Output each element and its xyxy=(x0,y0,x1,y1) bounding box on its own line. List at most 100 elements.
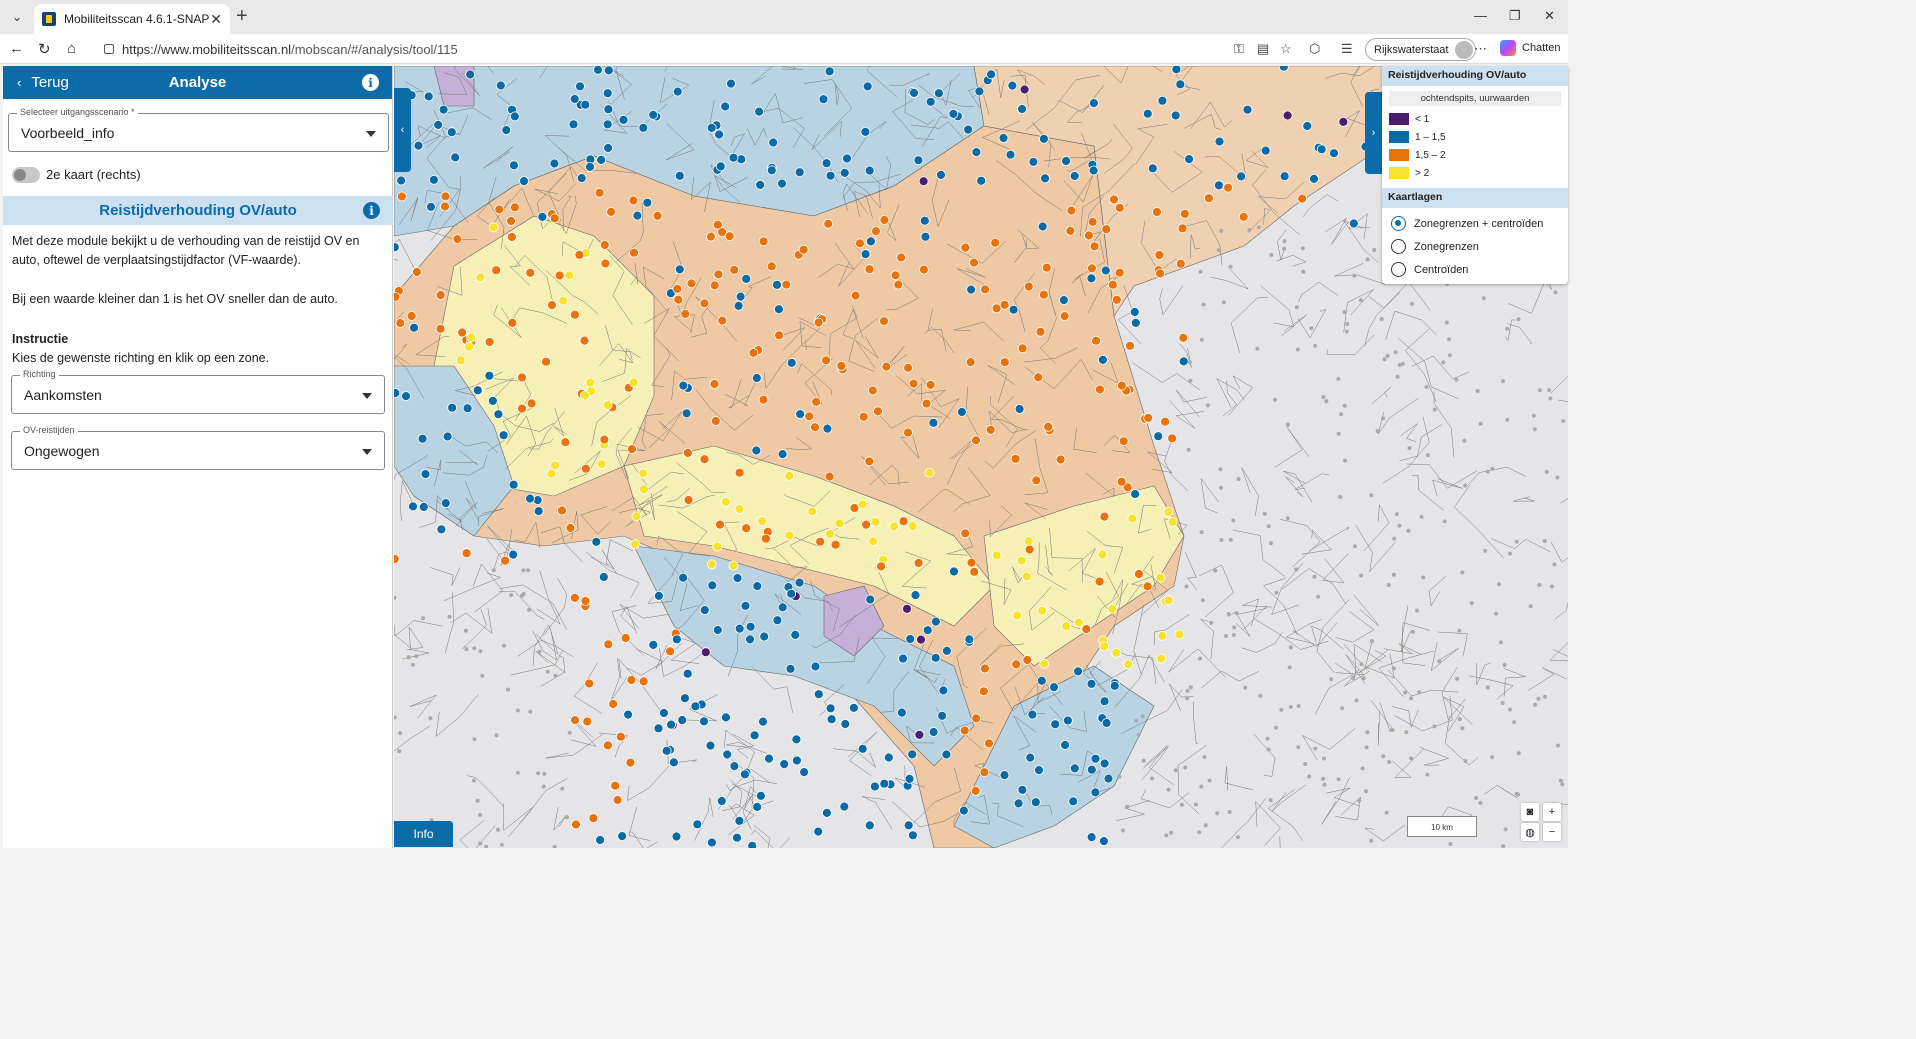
zone-centroid[interactable] xyxy=(414,654,419,659)
zoom-out-button[interactable]: − xyxy=(1543,823,1561,841)
zone-centroid[interactable] xyxy=(463,628,468,633)
copilot-button[interactable]: Chatten xyxy=(1500,40,1561,56)
zone-centroid[interactable] xyxy=(1307,774,1312,779)
zone-centroid[interactable] xyxy=(860,249,871,260)
zone-centroid[interactable] xyxy=(1312,574,1317,579)
zone-centroid[interactable] xyxy=(726,78,736,89)
zone-centroid[interactable] xyxy=(1516,317,1521,322)
zone-centroid[interactable] xyxy=(525,493,535,504)
zone-centroid[interactable] xyxy=(1197,830,1202,835)
zone-centroid[interactable] xyxy=(905,634,916,644)
zone-centroid[interactable] xyxy=(924,467,935,478)
zone-centroid[interactable] xyxy=(1322,756,1327,761)
zone-centroid[interactable] xyxy=(1381,754,1386,759)
zone-centroid[interactable] xyxy=(728,560,739,571)
zone-centroid[interactable] xyxy=(1134,569,1144,579)
zone-centroid[interactable] xyxy=(1301,269,1306,274)
zone-centroid[interactable] xyxy=(896,252,907,263)
zone-centroid[interactable] xyxy=(903,362,913,373)
zone-centroid[interactable] xyxy=(1202,755,1207,759)
zone-centroid[interactable] xyxy=(1016,555,1027,566)
zone-centroid[interactable] xyxy=(779,759,790,769)
zone-centroid[interactable] xyxy=(1361,676,1366,681)
zone-centroid[interactable] xyxy=(942,645,952,656)
zone-centroid[interactable] xyxy=(608,699,619,709)
zone-centroid[interactable] xyxy=(1109,680,1120,691)
zone-centroid[interactable] xyxy=(766,261,777,272)
zone-centroid[interactable] xyxy=(418,502,429,512)
zone-centroid[interactable] xyxy=(1424,385,1429,389)
zone-centroid[interactable] xyxy=(435,290,446,301)
zone-centroid[interactable] xyxy=(615,731,626,742)
zone-centroid[interactable] xyxy=(1437,659,1442,664)
zone-centroid[interactable] xyxy=(1170,110,1181,121)
zone-centroid[interactable] xyxy=(1221,300,1226,305)
zone-centroid[interactable] xyxy=(706,559,717,570)
zone-centroid[interactable] xyxy=(603,104,614,115)
zone-centroid[interactable] xyxy=(709,280,720,291)
zone-centroid[interactable] xyxy=(1481,296,1486,301)
zone-centroid[interactable] xyxy=(1177,223,1188,234)
zone-centroid[interactable] xyxy=(1321,395,1326,399)
zone-centroid[interactable] xyxy=(553,673,558,678)
zone-centroid[interactable] xyxy=(639,484,649,495)
zone-centroid[interactable] xyxy=(446,127,457,138)
zone-centroid[interactable] xyxy=(394,388,401,398)
zone-centroid[interactable] xyxy=(1134,718,1139,723)
zone-centroid[interactable] xyxy=(729,264,740,275)
zone-centroid[interactable] xyxy=(394,554,400,564)
zone-centroid[interactable] xyxy=(1417,690,1422,695)
zone-centroid[interactable] xyxy=(1069,763,1080,774)
zone-centroid[interactable] xyxy=(506,687,511,692)
zone-centroid[interactable] xyxy=(879,778,890,789)
zone-centroid[interactable] xyxy=(741,523,752,534)
zone-centroid[interactable] xyxy=(1028,156,1039,167)
zone-centroid[interactable] xyxy=(506,216,516,226)
zone-centroid[interactable] xyxy=(661,745,672,756)
zone-centroid[interactable] xyxy=(1379,317,1384,321)
zone-centroid[interactable] xyxy=(435,323,446,334)
reader-icon[interactable]: ▤ xyxy=(1257,41,1269,57)
zone-centroid[interactable] xyxy=(1354,698,1359,703)
zone-centroid[interactable] xyxy=(658,708,669,718)
zone-centroid[interactable] xyxy=(549,158,560,169)
zone-centroid[interactable] xyxy=(1178,356,1189,367)
zone-centroid[interactable] xyxy=(603,639,614,650)
zone-centroid[interactable] xyxy=(774,330,785,341)
zone-centroid[interactable] xyxy=(1142,108,1153,119)
zone-centroid[interactable] xyxy=(674,264,685,275)
zone-centroid[interactable] xyxy=(1502,663,1507,667)
zone-centroid[interactable] xyxy=(1209,620,1214,625)
zone-centroid[interactable] xyxy=(480,673,485,678)
zone-centroid[interactable] xyxy=(1035,326,1046,337)
zone-centroid[interactable] xyxy=(1247,228,1252,233)
zone-centroid[interactable] xyxy=(732,832,742,843)
zone-centroid[interactable] xyxy=(715,161,726,172)
zone-centroid[interactable] xyxy=(1101,718,1112,728)
zone-centroid[interactable] xyxy=(602,740,613,751)
zone-centroid[interactable] xyxy=(1179,802,1184,807)
zone-centroid[interactable] xyxy=(1287,665,1292,670)
zone-centroid[interactable] xyxy=(401,391,411,402)
zone-centroid[interactable] xyxy=(1129,307,1140,317)
zone-centroid[interactable] xyxy=(1285,422,1290,427)
zone-centroid[interactable] xyxy=(903,820,914,831)
zone-centroid[interactable] xyxy=(867,385,878,396)
zone-centroid[interactable] xyxy=(1483,548,1488,553)
zone-centroid[interactable] xyxy=(519,176,529,186)
zone-centroid[interactable] xyxy=(1410,629,1415,634)
zone-centroid[interactable] xyxy=(452,234,463,245)
zone-centroid[interactable] xyxy=(1034,765,1044,775)
zone-centroid[interactable] xyxy=(699,716,709,727)
zone-centroid[interactable] xyxy=(1198,269,1203,274)
zone-centroid[interactable] xyxy=(510,202,520,213)
zone-centroid[interactable] xyxy=(784,530,795,541)
zone-centroid[interactable] xyxy=(450,152,461,163)
zone-centroid[interactable] xyxy=(984,738,994,749)
zone-centroid[interactable] xyxy=(440,201,450,212)
zone-centroid[interactable] xyxy=(1109,194,1119,205)
zone-centroid[interactable] xyxy=(517,403,527,414)
zone-centroid[interactable] xyxy=(478,649,483,654)
zone-centroid[interactable] xyxy=(565,815,569,820)
zone-centroid[interactable] xyxy=(1460,570,1465,575)
